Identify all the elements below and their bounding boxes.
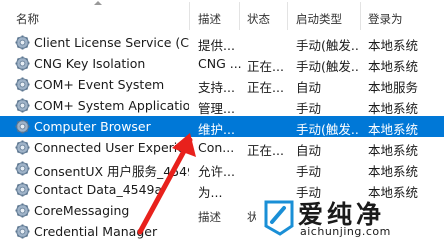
service-gear-icon — [15, 119, 30, 134]
service-name: Connected User Experien... — [34, 140, 189, 155]
service-name: Contact Data_4549a — [34, 182, 163, 197]
service-description: 管理... — [198, 101, 235, 116]
service-description: Con... — [198, 140, 235, 155]
service-startup-type: 手动(触发... — [296, 122, 360, 137]
service-logon-as: 本地系统 — [368, 101, 419, 116]
service-row[interactable]: COM+ System Application 管理... 手动 本地系统 — [0, 95, 444, 116]
service-gear-icon — [15, 56, 30, 71]
service-logon-as: 本地系统 — [368, 164, 419, 179]
service-gear-icon — [15, 203, 30, 218]
column-header: 名称 描述 状态 启动类型 登录为 — [0, 0, 444, 30]
service-status: 正在... — [247, 59, 284, 74]
service-logon-as: 本地系统 — [368, 122, 419, 137]
column-status[interactable]: 状态 — [247, 11, 270, 27]
column-description[interactable]: 描述 — [198, 11, 221, 27]
service-startup-type: 手动(触发... — [296, 59, 360, 74]
service-description: 允许... — [198, 164, 235, 179]
service-startup-type: 手动 — [296, 101, 322, 116]
service-gear-icon — [15, 98, 30, 113]
column-name[interactable]: 名称 — [16, 11, 39, 27]
service-row[interactable]: COM+ Event System 支持... 正在... 自动 本地服务 — [0, 74, 444, 95]
service-gear-icon — [15, 140, 30, 155]
service-startup-type: 自动 — [296, 143, 322, 158]
service-logon-as: 本地系统 — [368, 59, 419, 74]
service-startup-type: 自动 — [296, 80, 322, 95]
service-name: ConsentUX 用户服务_4549a — [34, 164, 189, 179]
service-name: CNG Key Isolation — [34, 56, 146, 71]
service-row[interactable]: ConsentUX 用户服务_4549a 允许... 手动 本地系统 — [0, 158, 444, 179]
service-description: CNG ... — [198, 56, 242, 71]
service-status: 正在... — [247, 143, 284, 158]
service-logon-as: 本地系统 — [368, 38, 419, 53]
watermark-url: aichunjing.com — [300, 225, 391, 238]
service-gear-icon — [15, 77, 30, 92]
service-startup-type: 手动(触发... — [296, 38, 360, 53]
service-description: 维护... — [198, 122, 235, 137]
service-name: COM+ Event System — [34, 77, 165, 92]
column-divider[interactable] — [189, 2, 190, 30]
service-name: Credential Manager — [34, 224, 158, 239]
column-divider[interactable] — [360, 2, 361, 30]
service-logon-as: 本地系统 — [368, 143, 419, 158]
service-name: COM+ System Application — [34, 98, 189, 113]
column-divider[interactable] — [239, 2, 240, 30]
service-name: Client License Service (Cli... — [34, 35, 189, 50]
sort-up-icon — [94, 1, 102, 5]
column-logon-as[interactable]: 登录为 — [368, 11, 403, 27]
watermark-logo-icon — [264, 200, 294, 236]
service-row[interactable]: Client License Service (Cli... 提供... 手动(触发… — [0, 32, 444, 53]
service-status: 正在... — [247, 80, 284, 95]
service-gear-icon — [15, 161, 30, 176]
service-description: 提供... — [198, 38, 235, 53]
service-gear-icon — [15, 224, 30, 239]
service-row[interactable]: Connected User Experien... Con... 正在... 自动 本… — [0, 137, 444, 158]
column-startup-type[interactable]: 启动类型 — [296, 11, 342, 27]
service-startup-type: 手动 — [296, 164, 322, 179]
service-name: Computer Browser — [34, 119, 151, 134]
service-name: CoreMessaging — [34, 203, 130, 218]
service-row[interactable]: CNG Key Isolation CNG ... 正在... 手动(触发... 本地系… — [0, 53, 444, 74]
service-description: 为... — [198, 185, 223, 200]
column-divider[interactable] — [287, 2, 288, 30]
service-gear-icon — [15, 182, 30, 197]
service-description: 支持... — [198, 80, 235, 95]
service-row[interactable]: Computer Browser 维护... 手动(触发... 本地系统 — [0, 116, 444, 137]
overlay-column-description: 描述 — [198, 210, 221, 224]
service-gear-icon — [15, 35, 30, 50]
service-logon-as: 本地服务 — [368, 80, 419, 95]
